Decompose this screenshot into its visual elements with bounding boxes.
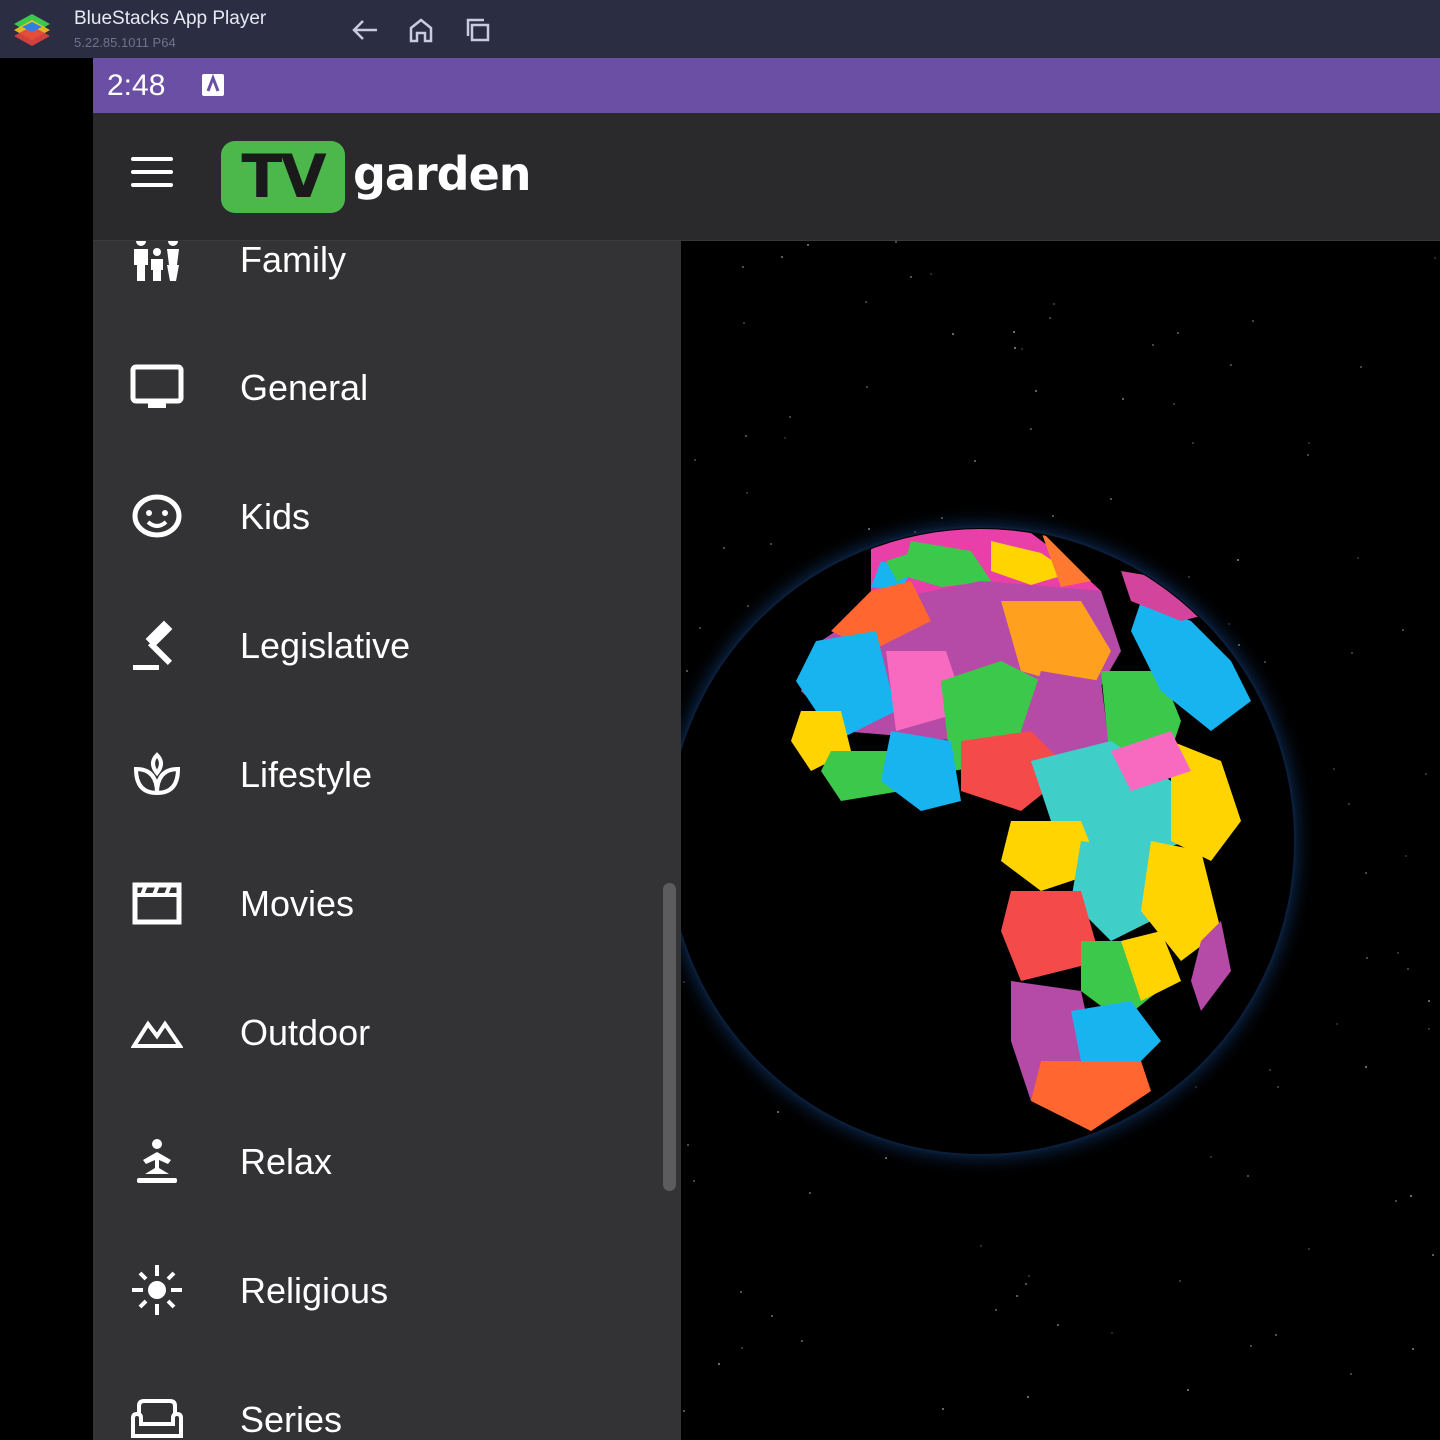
app-title: BlueStacks App Player — [74, 8, 267, 29]
drawer-scrollbar[interactable] — [663, 883, 676, 1191]
recent-apps-icon[interactable] — [462, 14, 494, 46]
earth-globe[interactable] — [681, 241, 1440, 1440]
hamburger-menu-icon[interactable] — [131, 157, 177, 197]
logo-badge-text: TV — [241, 142, 326, 212]
family-icon — [129, 241, 185, 287]
drawer-item-label: Religious — [240, 1270, 389, 1311]
globe-view[interactable] — [681, 241, 1440, 1440]
category-drawer: Family General Kids Legislative Lifestyl… — [93, 241, 681, 1440]
drawer-item-religious[interactable]: Religious — [93, 1240, 653, 1340]
drawer-item-relax[interactable]: Relax — [93, 1111, 653, 1211]
drawer-item-lifestyle[interactable]: Lifestyle — [93, 724, 653, 824]
drawer-item-kids[interactable]: Kids — [93, 466, 653, 566]
drawer-item-legislative[interactable]: Legislative — [93, 595, 653, 695]
back-arrow-icon[interactable] — [349, 14, 381, 46]
clapperboard-icon — [129, 875, 185, 931]
app-version: 5.22.85.1011 P64 — [74, 35, 176, 50]
emulator-title-bar: BlueStacks App Player 5.22.85.1011 P64 — [0, 0, 1440, 58]
lotus-icon — [129, 746, 185, 802]
drawer-item-series[interactable]: Series — [93, 1369, 653, 1440]
drawer-item-label: Kids — [240, 496, 311, 537]
drawer-item-label: Outdoor — [240, 1012, 371, 1053]
drawer-item-family[interactable]: Family — [93, 241, 653, 309]
sun-rays-icon — [129, 1262, 185, 1318]
drawer-item-movies[interactable]: Movies — [93, 853, 653, 953]
baby-face-icon — [129, 488, 185, 544]
meditation-icon — [129, 1133, 185, 1189]
drawer-item-label: Series — [240, 1399, 343, 1440]
drawer-item-label: Relax — [240, 1141, 333, 1182]
tv-garden-logo[interactable]: TV — [221, 141, 345, 213]
drawer-item-label: Movies — [240, 883, 355, 924]
drawer-item-label: Family — [240, 241, 346, 280]
monitor-icon — [129, 359, 185, 415]
mountains-icon — [129, 1004, 185, 1060]
android-status-bar: 2:48 — [93, 58, 1440, 113]
bluestacks-logo-icon — [14, 14, 50, 46]
drawer-item-general[interactable]: General — [93, 337, 653, 437]
drawer-item-outdoor[interactable]: Outdoor — [93, 982, 653, 1082]
app-header: TV garden — [93, 113, 1440, 241]
drawer-item-label: Lifestyle — [240, 754, 373, 795]
drawer-item-label: General — [240, 367, 369, 408]
gavel-icon — [129, 617, 185, 673]
drawer-item-label: Legislative — [240, 625, 411, 666]
app-notification-icon — [202, 73, 224, 96]
home-icon[interactable] — [405, 14, 437, 46]
logo-wordmark: garden — [353, 147, 532, 201]
emulator-side-panel — [0, 58, 93, 1440]
status-time: 2:48 — [107, 69, 166, 102]
sofa-icon — [129, 1391, 185, 1440]
